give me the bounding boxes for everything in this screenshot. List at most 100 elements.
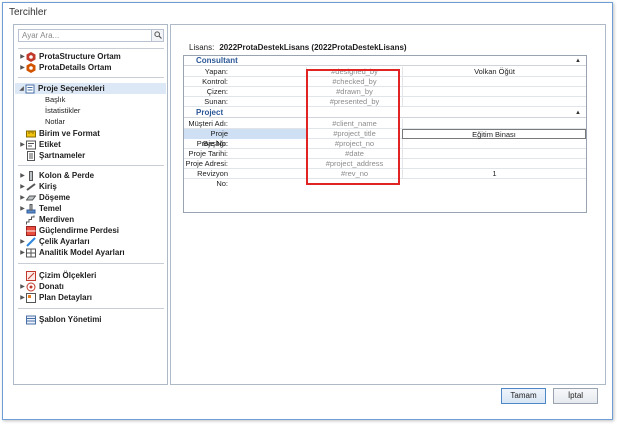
highlight-annotation-box: [306, 69, 400, 185]
tree-item-beam[interactable]: ▶ Kiriş: [16, 181, 57, 192]
protadetails-icon: [26, 62, 36, 73]
tree-item-label-settings[interactable]: ▶ Etiket: [16, 139, 61, 150]
collapse-arrow-icon[interactable]: ◢: [18, 85, 25, 92]
tree-item-project-options[interactable]: ◢ Proje Seçenekleri: [15, 83, 166, 94]
tree-subitem-istatistikler[interactable]: İstatistikler: [45, 105, 80, 116]
tree-item-label: Çizim Ölçekleri: [39, 271, 97, 280]
slab-icon: [25, 193, 37, 203]
property-value[interactable]: [402, 149, 586, 159]
tree-item-column[interactable]: ▶ Kolon & Perde: [16, 170, 94, 181]
steel-icon: [26, 236, 36, 247]
license-info: Lisans: 2022ProtaDestekLisans (2022ProtaD…: [189, 43, 407, 52]
tree-item-label: Kolon & Perde: [39, 171, 95, 180]
column-icon: [26, 170, 36, 181]
tree-item-protastructure[interactable]: ▶ ProtaStructure Ortam: [16, 51, 121, 62]
property-value[interactable]: [402, 159, 586, 169]
tree-item-strengthening-wall[interactable]: Güçlendirme Perdesi: [16, 225, 119, 236]
beam-icon: [26, 182, 36, 192]
tree-item-stair[interactable]: Merdiven: [16, 214, 74, 225]
units-icon: [26, 129, 36, 139]
expand-arrow-icon[interactable]: ▶: [19, 205, 26, 212]
tree-item-foundation[interactable]: ▶ Temel: [16, 203, 62, 214]
project-options-icon: [25, 84, 35, 94]
expand-arrow-icon[interactable]: ▶: [19, 53, 26, 60]
search-placeholder: Ayar Ara...: [22, 31, 60, 40]
property-value[interactable]: [402, 97, 586, 107]
tree-separator: [18, 165, 164, 166]
expand-arrow-icon[interactable]: ▶: [19, 294, 26, 301]
tree-item-steel[interactable]: ▶ Çelik Ayarları: [16, 236, 90, 247]
property-key: Proje No:: [196, 139, 228, 148]
group-title: Project: [196, 108, 224, 117]
property-key: Kontrol:: [202, 77, 228, 86]
expand-arrow-icon[interactable]: ▶: [19, 183, 26, 190]
tree-item-rebar[interactable]: ▶ Donatı: [16, 281, 64, 292]
settings-tree-panel: Ayar Ara... ▶ ProtaStructure Ortam ▶ Pro…: [13, 24, 168, 385]
tree-item-label: Kiriş: [39, 182, 57, 191]
property-key: Yapan:: [204, 67, 228, 76]
tree-separator: [18, 77, 164, 78]
expand-arrow-icon[interactable]: ▶: [19, 238, 26, 245]
protastructure-icon: [26, 51, 36, 62]
tree-item-drawing-scales[interactable]: Çizim Ölçekleri: [16, 270, 96, 281]
tree-item-template-management[interactable]: Şablon Yönetimi: [16, 314, 102, 325]
tree-item-analytical-model[interactable]: ▶ Analitik Model Ayarları: [16, 247, 125, 258]
search-button[interactable]: [151, 30, 163, 41]
expand-arrow-icon[interactable]: ▶: [19, 141, 26, 148]
codes-icon: [26, 150, 36, 161]
property-key: Proje Başlığı:: [184, 129, 306, 148]
tree-item-label: Plan Detayları: [39, 293, 92, 302]
property-grid: Consultant ▲ Yapan: #designed_by Volkan …: [183, 55, 587, 213]
property-value[interactable]: [402, 139, 586, 149]
tree-item-label: Proje Seçenekleri: [38, 84, 105, 93]
tree-item-label: Temel: [39, 204, 62, 213]
tree-item-label: Donatı: [39, 282, 64, 291]
group-header-consultant[interactable]: Consultant ▲: [184, 56, 586, 66]
settings-search-input[interactable]: Ayar Ara...: [18, 29, 164, 42]
property-value[interactable]: [402, 77, 586, 87]
tree-item-codes[interactable]: Şartnameler: [16, 150, 85, 161]
foundation-icon: [26, 203, 36, 214]
property-key: Sunan:: [204, 97, 228, 106]
tree-item-slab[interactable]: ▶ Döşeme: [16, 192, 70, 203]
property-key: Müşteri Adı:: [188, 119, 228, 128]
ok-button[interactable]: Tamam: [501, 388, 546, 404]
plan-details-icon: [26, 292, 36, 303]
expand-arrow-icon[interactable]: ▶: [19, 194, 26, 201]
expand-arrow-icon[interactable]: ▶: [19, 64, 26, 71]
collapse-icon[interactable]: ▲: [575, 108, 581, 118]
analytical-model-icon: [26, 248, 36, 258]
tree-item-units[interactable]: Birim ve Format: [16, 128, 100, 139]
tree-item-label: Şablon Yönetimi: [39, 315, 102, 324]
property-key: Proje Adresi:: [185, 159, 228, 168]
expand-arrow-icon[interactable]: ▶: [19, 283, 26, 290]
property-value[interactable]: 1: [402, 169, 586, 179]
tree-subitem-baslik[interactable]: Başlık: [45, 94, 65, 105]
property-value[interactable]: [402, 119, 586, 129]
tree-item-plan-details[interactable]: ▶ Plan Detayları: [16, 292, 92, 303]
tree-item-label: Merdiven: [39, 215, 75, 224]
tree-separator: [18, 48, 164, 49]
expand-arrow-icon[interactable]: ▶: [19, 249, 26, 256]
tree-item-label: ProtaDetails Ortam: [39, 63, 112, 72]
tree-item-label: Güçlendirme Perdesi: [39, 226, 120, 235]
settings-content-panel: Lisans: 2022ProtaDestekLisans (2022ProtaD…: [170, 24, 606, 385]
expand-arrow-icon[interactable]: ▶: [19, 172, 26, 179]
license-label: Lisans:: [189, 43, 215, 52]
property-value[interactable]: [402, 87, 586, 97]
window-title: Tercihler: [9, 7, 47, 18]
property-value[interactable]: Volkan Öğüt: [402, 67, 586, 77]
collapse-icon[interactable]: ▲: [575, 56, 581, 66]
property-value-editor[interactable]: Eğitim Binası: [402, 129, 586, 139]
property-key: Çizen:: [206, 87, 228, 96]
license-value: 2022ProtaDestekLisans (2022ProtaDestekLi…: [219, 43, 407, 52]
property-key: Proje Tarihi:: [188, 149, 228, 158]
label-icon: [26, 140, 36, 150]
strengthening-wall-icon: [26, 225, 36, 236]
cancel-button[interactable]: İptal: [553, 388, 598, 404]
tree-item-label: Analitik Model Ayarları: [39, 248, 125, 257]
tree-subitem-notlar[interactable]: Notlar: [45, 116, 65, 127]
drawing-scales-icon: [26, 270, 36, 281]
search-icon: [154, 31, 162, 39]
tree-item-protadetails[interactable]: ▶ ProtaDetails Ortam: [16, 62, 111, 73]
